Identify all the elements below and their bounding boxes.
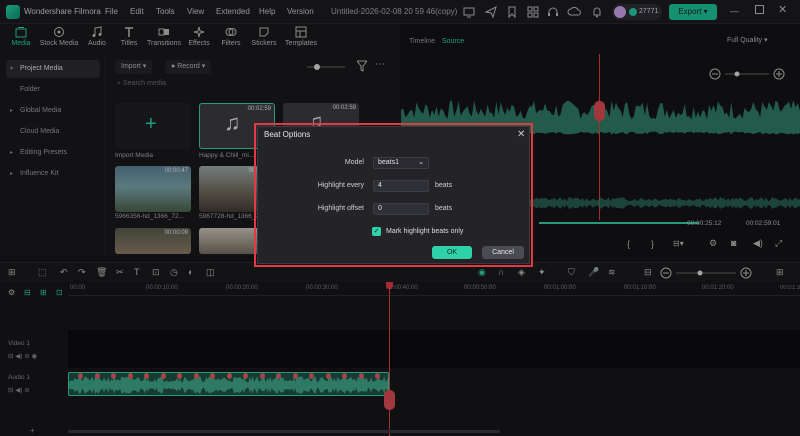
dialog-close-icon[interactable]: ✕ — [517, 129, 525, 140]
mark-highlight-label: Mark highlight beats only — [386, 228, 464, 235]
model-value: beats1 — [378, 159, 400, 166]
mark-highlight-checkbox[interactable]: ✓ — [372, 227, 381, 236]
cancel-button[interactable]: Cancel — [482, 246, 524, 259]
highlight-every-unit: beats — [435, 182, 453, 189]
chevron-down-icon: ⌄ — [418, 159, 424, 166]
highlight-offset-input[interactable]: 0 — [373, 203, 429, 215]
model-label: Model — [344, 159, 364, 166]
ok-button[interactable]: OK — [432, 246, 472, 259]
highlight-every-input[interactable]: 4 — [373, 180, 429, 192]
model-select[interactable]: beats1 ⌄ — [373, 157, 429, 169]
highlight-offset-unit: beats — [435, 205, 453, 212]
dialog-title: Beat Options — [264, 130, 311, 139]
beat-options-dialog: Beat Options ✕ Model beats1 ⌄ Highlight e… — [257, 126, 530, 264]
highlight-every-label: Highlight every — [317, 182, 364, 189]
highlight-offset-label: Highlight offset — [317, 205, 364, 212]
